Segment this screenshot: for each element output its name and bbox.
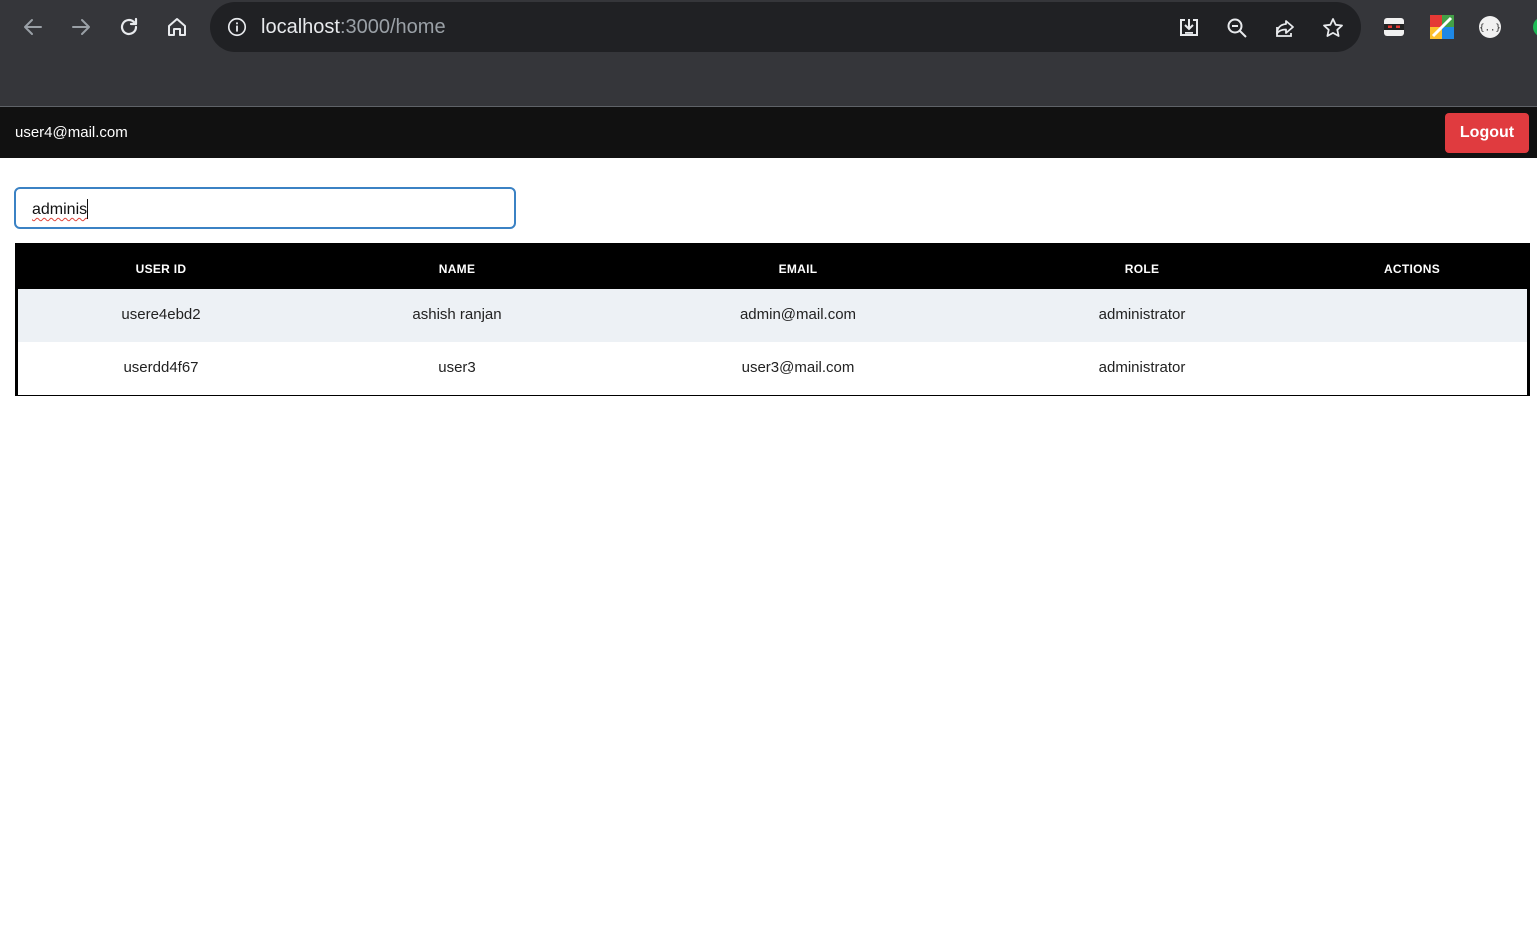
table-row[interactable]: usere4ebd2 ashish ranjan admin@mail.com …: [18, 289, 1527, 342]
text-caret: [87, 199, 88, 219]
forward-icon: [72, 19, 90, 35]
column-header-email[interactable]: EMAIL: [779, 262, 818, 276]
cell-name: user3: [438, 359, 476, 376]
cell-user-id: userdd4f67: [123, 359, 199, 376]
address-bar[interactable]: localhost:3000/home: [210, 2, 1361, 52]
search-input[interactable]: [14, 187, 516, 229]
column-header-name[interactable]: NAME: [439, 262, 476, 276]
reload-icon: [120, 17, 138, 36]
table-header: USER ID NAME EMAIL ROLE ACTIONS: [18, 246, 1527, 289]
column-header-role[interactable]: ROLE: [1125, 262, 1160, 276]
svg-text:{..}: {..}: [1479, 24, 1501, 34]
url-host: localhost: [261, 16, 340, 38]
table-row[interactable]: userdd4f67 user3 user3@mail.com administ…: [18, 342, 1527, 395]
url-path: :3000/home: [339, 16, 446, 38]
bookmark-star-icon: [1323, 18, 1343, 37]
back-button[interactable]: [16, 10, 50, 44]
share-button[interactable]: [1272, 15, 1298, 41]
info-icon[interactable]: [226, 16, 248, 38]
cell-role: administrator: [1098, 306, 1186, 323]
logout-button[interactable]: Logout: [1445, 113, 1529, 153]
column-header-user-id[interactable]: USER ID: [136, 262, 187, 276]
cell-email: admin@mail.com: [739, 306, 857, 323]
cell-role: administrator: [1098, 359, 1186, 376]
back-icon: [24, 19, 42, 35]
column-header-actions: ACTIONS: [1383, 262, 1441, 276]
install-icon: [1180, 19, 1198, 36]
zoom-icon: [1227, 18, 1247, 38]
search-input-value: adminis: [32, 201, 88, 218]
zoom-button[interactable]: [1224, 15, 1250, 41]
bookmark-button[interactable]: [1320, 15, 1346, 41]
extension-colorful-icon[interactable]: [1429, 14, 1455, 40]
reload-button[interactable]: [112, 10, 146, 44]
home-button[interactable]: [160, 10, 194, 44]
cell-user-id: usere4ebd2: [121, 306, 201, 323]
users-table: USER ID NAME EMAIL ROLE ACTIONS usere4eb…: [15, 243, 1530, 396]
forward-button[interactable]: [64, 10, 98, 44]
home-icon: [168, 18, 186, 36]
app-header: user4@mail.com Logout: [0, 107, 1537, 158]
install-app-button[interactable]: [1176, 15, 1202, 41]
share-icon: [1276, 20, 1294, 37]
logged-in-user-email: user4@mail.com: [15, 124, 128, 141]
cell-name: ashish ranjan: [412, 306, 502, 323]
browser-toolbar: localhost:3000/home {..}: [0, 0, 1537, 107]
extension-json-icon[interactable]: {..}: [1477, 14, 1503, 40]
extension-green-icon[interactable]: [1523, 14, 1537, 40]
extension-ninja-icon[interactable]: [1381, 14, 1407, 40]
url-text[interactable]: localhost:3000/home: [261, 15, 446, 39]
cell-email: user3@mail.com: [741, 359, 855, 376]
